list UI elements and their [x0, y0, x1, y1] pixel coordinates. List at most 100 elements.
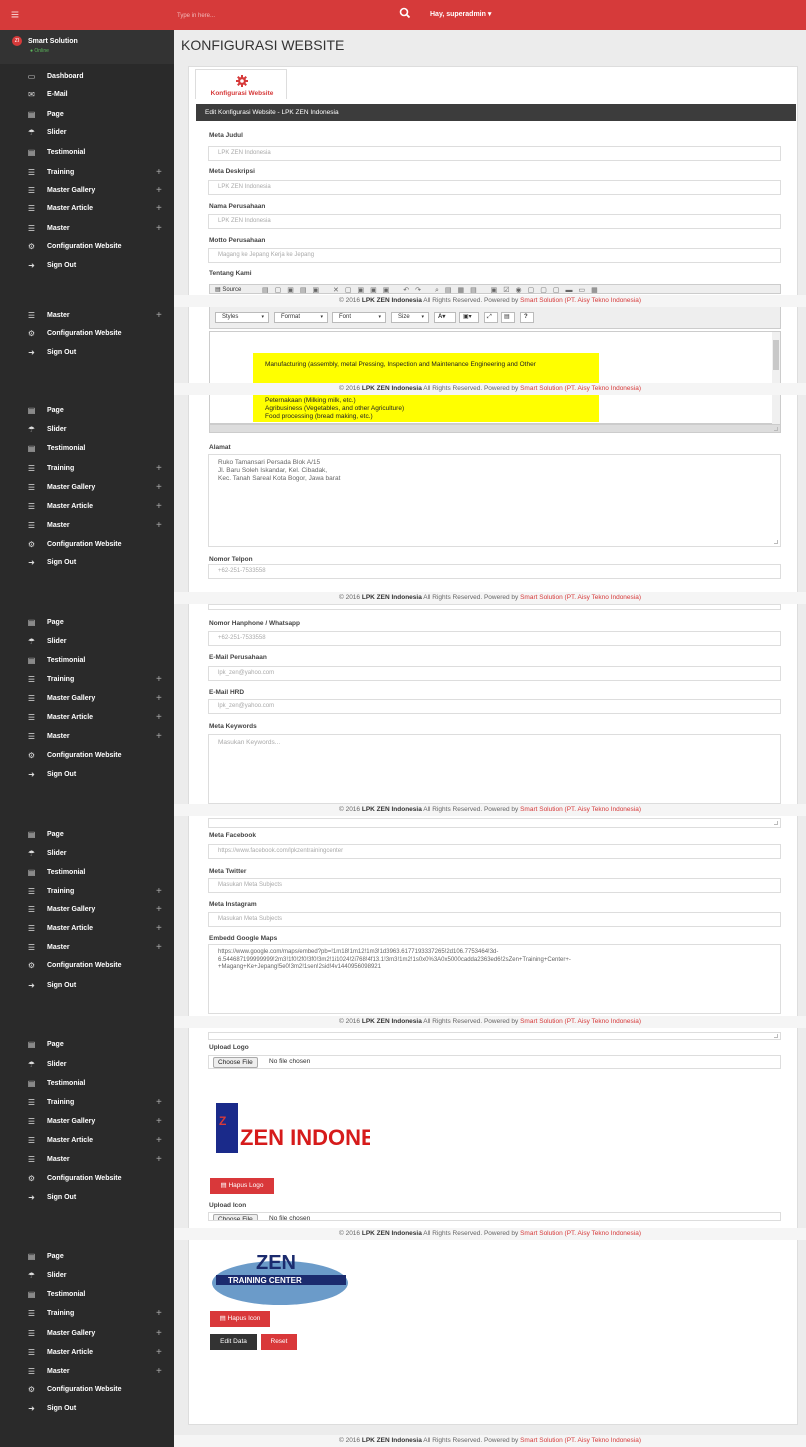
sidebar-item-training[interactable]: ☰ Training + — [0, 883, 174, 901]
keywords-textarea[interactable]: Masukan Keywords... — [208, 734, 781, 804]
sidebar-item-page[interactable]: ▤ Page — [0, 1248, 174, 1266]
maximize-icon[interactable]: ⤢ — [484, 312, 498, 323]
expand-plus-icon[interactable]: + — [156, 460, 162, 478]
expand-plus-icon[interactable]: + — [156, 1151, 162, 1169]
sidebar-item-training[interactable]: ☰ Training + — [0, 1094, 174, 1112]
editor-scrollbar-thumb[interactable] — [773, 340, 779, 370]
upload-logo-input[interactable]: Choose File No file chosen — [208, 1055, 781, 1069]
expand-plus-icon[interactable]: + — [156, 1344, 162, 1362]
expand-plus-icon[interactable]: + — [156, 728, 162, 746]
expand-plus-icon[interactable]: + — [156, 182, 162, 200]
size-dropdown[interactable]: Size ▾ — [391, 312, 429, 323]
format-dropdown[interactable]: Format ▾ — [274, 312, 328, 323]
blocks-icon[interactable]: ▤ — [501, 312, 515, 323]
email-hrd-input[interactable]: lpk_zen@yahoo.com — [208, 699, 781, 714]
sidebar-item-page[interactable]: ▤ Page — [0, 402, 174, 420]
sidebar-item-configuration[interactable]: ⚙ Configuration Website — [0, 238, 174, 256]
sidebar-item-testimonial[interactable]: ▤ Testimonial — [0, 144, 174, 162]
sidebar-item-training[interactable]: ☰ Training + — [0, 1305, 174, 1323]
expand-plus-icon[interactable]: + — [156, 1094, 162, 1112]
footer-link[interactable]: Smart Solution (PT. Aisy Tekno Indonesia… — [520, 1018, 641, 1025]
expand-plus-icon[interactable]: + — [156, 1132, 162, 1150]
expand-plus-icon[interactable]: + — [156, 1325, 162, 1343]
maps-textarea[interactable]: https://www.google.com/maps/embed?pb=!1m… — [208, 944, 781, 1014]
editor-scrollbar[interactable] — [772, 332, 780, 425]
styles-dropdown[interactable]: Styles ▾ — [215, 312, 269, 323]
sidebar-item-configuration[interactable]: ⚙ Configuration Website — [0, 1381, 174, 1399]
tab-konfigurasi-website[interactable]: Konfigurasi Website — [195, 69, 287, 99]
sidebar-item-testimonial[interactable]: ▤ Testimonial — [0, 1286, 174, 1304]
expand-plus-icon[interactable]: + — [156, 517, 162, 535]
expand-plus-icon[interactable]: + — [156, 1113, 162, 1131]
sidebar-item-page[interactable]: ▤ Page — [0, 614, 174, 632]
twitter-input[interactable]: Masukan Meta Subjects — [208, 878, 781, 893]
hp-input[interactable]: +62-251-7533558 — [208, 631, 781, 646]
sidebar-item-master-article[interactable]: ☰ Master Article + — [0, 709, 174, 727]
meta-judul-input[interactable]: LPK ZEN Indonesia — [208, 146, 781, 161]
sidebar-item-master[interactable]: ☰ Master + — [0, 1363, 174, 1381]
footer-link[interactable]: Smart Solution (PT. Aisy Tekno Indonesia… — [520, 594, 641, 601]
sidebar-item-master-gallery[interactable]: ☰ Master Gallery + — [0, 182, 174, 200]
resize-handle-icon[interactable] — [774, 427, 778, 431]
sidebar-item-signout[interactable]: ➜ Sign Out — [0, 257, 174, 275]
expand-plus-icon[interactable]: + — [156, 920, 162, 938]
sidebar-item-slider[interactable]: ☂ Slider — [0, 421, 174, 439]
expand-plus-icon[interactable]: + — [156, 883, 162, 901]
background-color-button[interactable]: ▣▾ — [459, 312, 479, 323]
expand-plus-icon[interactable]: + — [156, 709, 162, 727]
hapus-logo-button[interactable]: ▤ Hapus Logo — [210, 1178, 274, 1194]
sidebar-item-slider[interactable]: ☂ Slider — [0, 124, 174, 142]
font-dropdown[interactable]: Font ▾ — [332, 312, 386, 323]
alamat-textarea[interactable]: Ruko Tamansari Persada Blok A/15 Jl. Bar… — [208, 454, 781, 547]
editor-toolbar-icons[interactable]: ▤▢▣▤▣ ✕▢▣▣▣ ↶↷ ⌕▤▦▤ ▣☑◉▢▢▢▬▭▦ — [262, 286, 604, 295]
sidebar-item-signout[interactable]: ➜ Sign Out — [0, 977, 174, 995]
expand-plus-icon[interactable]: + — [156, 690, 162, 708]
sidebar-item-page[interactable]: ▤ Page — [0, 826, 174, 844]
sidebar-item-configuration[interactable]: ⚙ Configuration Website — [0, 536, 174, 554]
sidebar-item-master[interactable]: ☰ Master + — [0, 307, 174, 325]
sidebar-item-testimonial[interactable]: ▤ Testimonial — [0, 652, 174, 670]
sidebar-item-testimonial[interactable]: ▤ Testimonial — [0, 440, 174, 458]
hapus-icon-button[interactable]: ▤ Hapus Icon — [210, 1311, 270, 1327]
expand-plus-icon[interactable]: + — [156, 479, 162, 497]
sidebar-item-slider[interactable]: ☂ Slider — [0, 633, 174, 651]
sidebar-item-page[interactable]: ▤ Page — [0, 1036, 174, 1054]
sidebar-item-training[interactable]: ☰ Training + — [0, 460, 174, 478]
sidebar-item-signout[interactable]: ➜ Sign Out — [0, 344, 174, 362]
email-input[interactable]: lpk_zen@yahoo.com — [208, 666, 781, 681]
expand-plus-icon[interactable]: + — [156, 901, 162, 919]
sidebar-item-testimonial[interactable]: ▤ Testimonial — [0, 1075, 174, 1093]
expand-plus-icon[interactable]: + — [156, 307, 162, 325]
sidebar-item-slider[interactable]: ☂ Slider — [0, 845, 174, 863]
sidebar-item-master[interactable]: ☰ Master + — [0, 939, 174, 957]
footer-link[interactable]: Smart Solution (PT. Aisy Tekno Indonesia… — [520, 297, 641, 304]
instagram-input[interactable]: Masukan Meta Subjects — [208, 912, 781, 927]
sidebar-item-master-gallery[interactable]: ☰ Master Gallery + — [0, 690, 174, 708]
expand-plus-icon[interactable]: + — [156, 1363, 162, 1381]
rich-text-editor[interactable]: Manufacturing (assembly, metal Pressing,… — [209, 331, 781, 425]
sidebar-item-configuration[interactable]: ⚙ Configuration Website — [0, 747, 174, 765]
sidebar-item-master-gallery[interactable]: ☰ Master Gallery + — [0, 1113, 174, 1131]
sidebar-item-master-gallery[interactable]: ☰ Master Gallery + — [0, 901, 174, 919]
sidebar-item-slider[interactable]: ☂ Slider — [0, 1267, 174, 1285]
sidebar-item-signout[interactable]: ➜ Sign Out — [0, 1189, 174, 1207]
resize-handle-icon[interactable] — [774, 1034, 778, 1038]
sidebar-item-signout[interactable]: ➜ Sign Out — [0, 1400, 174, 1418]
expand-plus-icon[interactable]: + — [156, 200, 162, 218]
search-icon[interactable] — [398, 6, 412, 20]
sidebar-item-dashboard[interactable]: ▭ Dashboard — [0, 68, 174, 86]
expand-plus-icon[interactable]: + — [156, 220, 162, 238]
edit-data-button[interactable]: Edit Data — [210, 1334, 257, 1350]
motto-input[interactable]: Magang ke Jepang Kerja ke Jepang — [208, 248, 781, 263]
sidebar-item-signout[interactable]: ➜ Sign Out — [0, 766, 174, 784]
sidebar-item-master[interactable]: ☰ Master + — [0, 728, 174, 746]
resize-handle-icon[interactable] — [774, 540, 778, 544]
sidebar-item-master-gallery[interactable]: ☰ Master Gallery + — [0, 479, 174, 497]
nama-perusahaan-input[interactable]: LPK ZEN Indonesia — [208, 214, 781, 229]
sidebar-item-master-article[interactable]: ☰ Master Article + — [0, 1344, 174, 1362]
telpon-input[interactable]: +62-251-7533558 — [208, 564, 781, 579]
expand-plus-icon[interactable]: + — [156, 164, 162, 182]
footer-link[interactable]: Smart Solution (PT. Aisy Tekno Indonesia… — [520, 1437, 641, 1444]
help-icon[interactable]: ? — [520, 312, 534, 323]
expand-plus-icon[interactable]: + — [156, 498, 162, 516]
